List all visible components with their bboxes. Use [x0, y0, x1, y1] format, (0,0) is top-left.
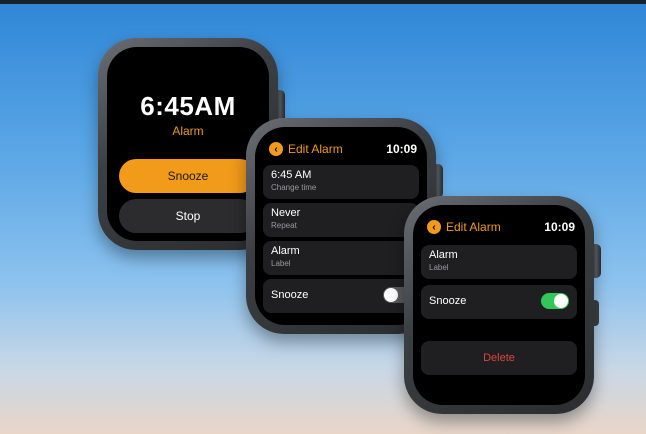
row-title: Alarm [271, 245, 300, 257]
stop-button[interactable]: Stop [119, 199, 257, 233]
header: ‹ Edit Alarm 10:09 [269, 139, 417, 159]
header-title[interactable]: Edit Alarm [446, 220, 544, 234]
back-chevron-icon[interactable]: ‹ [427, 220, 441, 234]
watch-screen: ‹ Edit Alarm 10:09 6:45 AM Change time N… [255, 127, 427, 325]
toggle-knob [384, 288, 398, 302]
change-time-row[interactable]: 6:45 AM Change time [263, 165, 419, 199]
row-subtitle: Change time [271, 183, 317, 192]
header-title[interactable]: Edit Alarm [288, 142, 386, 156]
watch-screen: ‹ Edit Alarm 10:09 Alarm Label Snooze De… [413, 205, 585, 405]
row-subtitle: Label [429, 263, 449, 272]
label-row[interactable]: Alarm Label [421, 245, 577, 279]
repeat-row[interactable]: Never Repeat [263, 203, 419, 237]
snooze-row: Snooze [421, 285, 577, 319]
clock-time: 10:09 [386, 142, 417, 156]
clock-time: 10:09 [544, 220, 575, 234]
snooze-label: Snooze [429, 295, 467, 307]
row-title: Never [271, 207, 301, 219]
header: ‹ Edit Alarm 10:09 [427, 217, 575, 237]
top-edge-bar [0, 0, 646, 4]
row-title: 6:45 AM [271, 169, 312, 181]
row-subtitle: Repeat [271, 221, 297, 230]
snooze-toggle[interactable] [541, 293, 569, 309]
snooze-row: Snooze [263, 279, 419, 313]
toggle-knob [554, 294, 568, 308]
snooze-button[interactable]: Snooze [119, 159, 257, 193]
delete-button[interactable]: Delete [421, 341, 577, 375]
snooze-label: Snooze [271, 289, 309, 301]
watch-edit-alarm-scrolled: ‹ Edit Alarm 10:09 Alarm Label Snooze De… [404, 196, 601, 414]
row-subtitle: Label [271, 259, 291, 268]
alarm-time: 6:45AM [140, 91, 236, 121]
alarm-label: Alarm [172, 124, 204, 138]
label-row[interactable]: Alarm Label [263, 241, 419, 275]
row-title: Alarm [429, 249, 458, 261]
back-chevron-icon[interactable]: ‹ [269, 142, 283, 156]
watch-screen: 6:45AM Alarm Snooze Stop [107, 47, 269, 241]
